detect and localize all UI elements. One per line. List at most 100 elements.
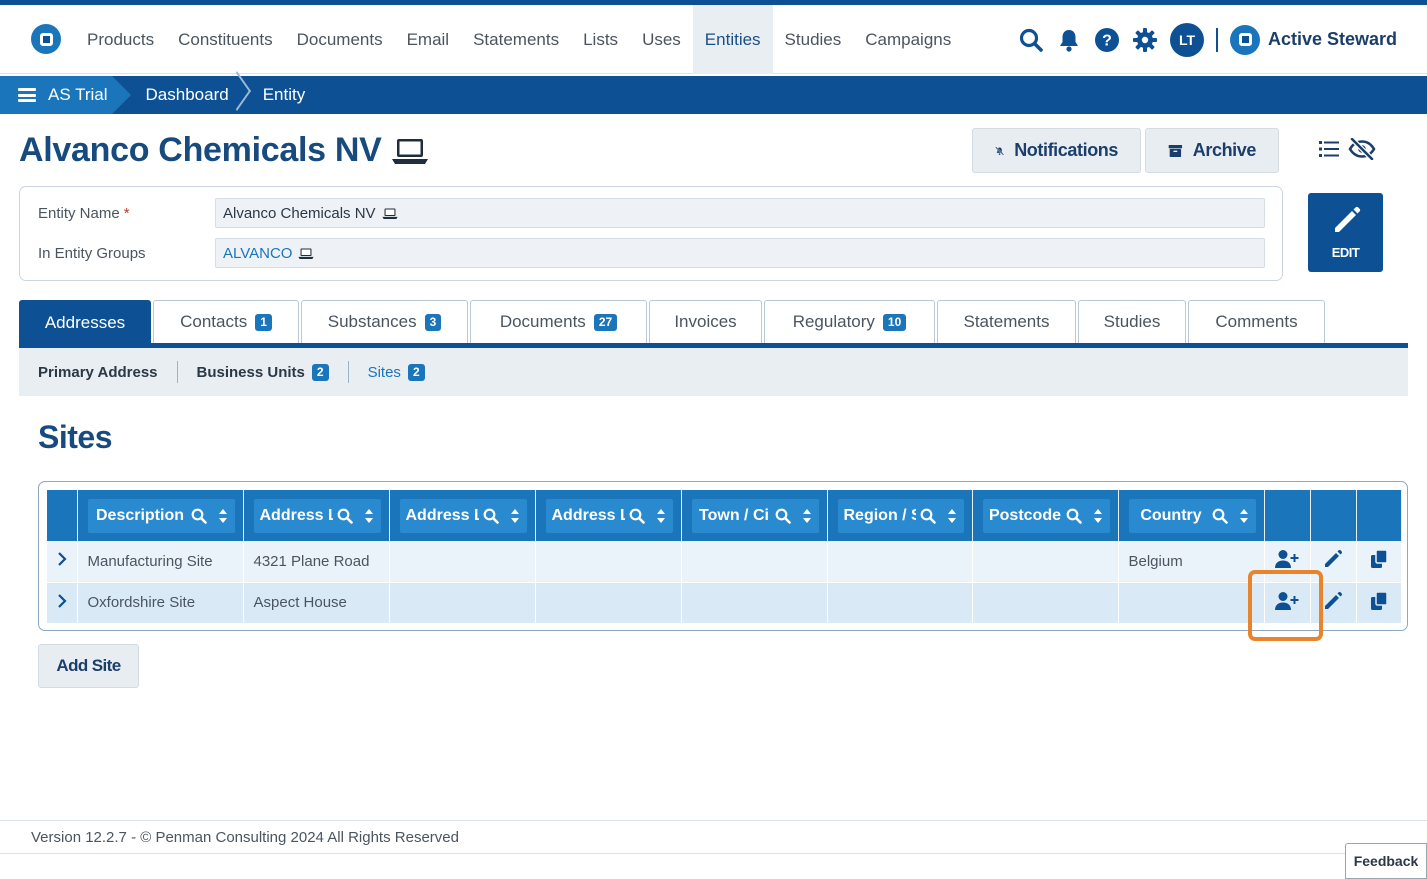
- breadcrumb-dashboard[interactable]: Dashboard: [146, 85, 229, 105]
- action-header: [1264, 490, 1311, 541]
- feedback-button[interactable]: Feedback: [1345, 843, 1427, 879]
- user-avatar[interactable]: LT: [1170, 22, 1204, 57]
- entity-summary-form: Entity Name * Alvanco Chemicals NV In Ent…: [19, 186, 1283, 281]
- tab-statements[interactable]: Statements: [937, 300, 1076, 343]
- tab-invoices[interactable]: Invoices: [649, 300, 762, 343]
- gear-icon[interactable]: [1126, 5, 1164, 74]
- subtab-business-units[interactable]: Business Units 2: [178, 361, 349, 383]
- nav-email[interactable]: Email: [395, 5, 462, 74]
- expand-row-cell: [47, 582, 78, 624]
- user-plus-icon[interactable]: [1274, 549, 1300, 569]
- nav-documents[interactable]: Documents: [285, 5, 395, 74]
- table-cell: [681, 582, 828, 624]
- help-icon[interactable]: ?: [1088, 5, 1126, 74]
- filter-search-icon[interactable]: [771, 508, 795, 524]
- sort-icon[interactable]: [1086, 508, 1110, 524]
- required-marker: *: [123, 204, 130, 222]
- sort-icon[interactable]: [649, 508, 673, 524]
- nav-statements[interactable]: Statements: [461, 5, 571, 74]
- address-subtabs: Primary Address Business Units 2 Sites 2: [19, 348, 1408, 396]
- main-menu: Products Constituents Documents Email St…: [75, 5, 963, 74]
- breadcrumb-menu-item[interactable]: AS Trial: [0, 76, 130, 114]
- chevron-right-icon[interactable]: [57, 593, 67, 609]
- column-header: Country: [1118, 490, 1265, 541]
- entity-groups-label: In Entity Groups: [38, 244, 146, 262]
- subtab-sites[interactable]: Sites 2: [349, 361, 444, 383]
- notifications-label: Notifications: [1014, 140, 1118, 160]
- tab-substances[interactable]: Substances 3: [301, 300, 468, 343]
- nav-constituents[interactable]: Constituents: [166, 5, 285, 74]
- entity-name-field: Alvanco Chemicals NV: [215, 198, 1265, 228]
- sort-icon[interactable]: [211, 508, 235, 524]
- nav-studies[interactable]: Studies: [773, 5, 854, 74]
- tab-documents[interactable]: Documents 27: [470, 300, 647, 343]
- pencil-icon: [1334, 206, 1360, 232]
- filter-search-icon[interactable]: [1062, 508, 1086, 524]
- column-header: Description: [77, 490, 244, 541]
- pencil-icon[interactable]: [1323, 549, 1343, 569]
- expand-row-cell: [47, 541, 78, 583]
- top-navigation: Products Constituents Documents Email St…: [0, 5, 1427, 74]
- entity-group-link[interactable]: ALVANCO: [223, 245, 292, 262]
- breadcrumb-dashboard-item[interactable]: Dashboard: [112, 76, 243, 114]
- table-row[interactable]: Oxfordshire Site Aspect House: [47, 582, 1402, 624]
- tab-regulatory[interactable]: Regulatory 10: [764, 300, 935, 343]
- table-header-row: Description Address L Address L Address …: [47, 490, 1402, 541]
- footer: Version 12.2.7 - © Penman Consulting 202…: [0, 820, 1427, 854]
- copy-icon[interactable]: [1369, 590, 1389, 611]
- sort-icon[interactable]: [1232, 508, 1256, 524]
- notifications-button[interactable]: Notifications: [972, 128, 1141, 173]
- table-cell: [681, 541, 828, 583]
- laptop-icon: [392, 138, 429, 164]
- filter-search-icon[interactable]: [333, 508, 357, 524]
- breadcrumb-as-trial[interactable]: AS Trial: [48, 85, 108, 105]
- sort-icon[interactable]: [940, 508, 964, 524]
- nav-campaigns[interactable]: Campaigns: [853, 5, 963, 74]
- brand[interactable]: Active Steward: [1230, 24, 1397, 55]
- filter-search-icon[interactable]: [187, 508, 211, 524]
- table-cell: Oxfordshire Site: [77, 582, 244, 624]
- list-icon[interactable]: [1318, 138, 1340, 160]
- table-cell: [827, 582, 973, 624]
- sort-icon[interactable]: [503, 508, 527, 524]
- archive-button[interactable]: Archive: [1145, 128, 1279, 173]
- nav-products[interactable]: Products: [75, 5, 166, 74]
- tab-addresses[interactable]: Addresses: [19, 300, 151, 345]
- tab-comments[interactable]: Comments: [1188, 300, 1325, 343]
- add-site-button[interactable]: Add Site: [38, 644, 139, 688]
- nav-uses[interactable]: Uses: [630, 5, 693, 74]
- tab-studies[interactable]: Studies: [1078, 300, 1186, 343]
- subtab-primary-address[interactable]: Primary Address: [19, 361, 178, 383]
- breadcrumb-entity: Entity: [262, 85, 306, 104]
- sort-icon[interactable]: [357, 508, 381, 524]
- filter-search-icon[interactable]: [479, 508, 503, 524]
- highlight-box: [1248, 570, 1323, 641]
- filter-search-icon[interactable]: [625, 508, 649, 524]
- bell-slash-icon: [995, 146, 1004, 155]
- sites-count-badge: 2: [407, 363, 425, 381]
- chevron-right-icon[interactable]: [57, 551, 67, 567]
- tab-contacts[interactable]: Contacts 1: [153, 300, 299, 343]
- action-header: [1356, 490, 1402, 541]
- pencil-icon[interactable]: [1323, 591, 1343, 611]
- table-cell: Manufacturing Site: [77, 541, 244, 583]
- sort-icon[interactable]: [795, 508, 819, 524]
- filter-search-icon[interactable]: [1208, 508, 1232, 524]
- edit-button[interactable]: EDIT: [1308, 193, 1383, 272]
- entity-groups-row: In Entity Groups ALVANCO: [38, 238, 1265, 268]
- copy-row-cell: [1356, 582, 1402, 624]
- filter-search-icon[interactable]: [916, 508, 940, 524]
- column-header: Address L: [535, 490, 682, 541]
- app-logo-icon[interactable]: [31, 24, 61, 54]
- sites-table-container: Description Address L Address L Address …: [38, 481, 1408, 631]
- hamburger-icon[interactable]: [18, 88, 36, 102]
- nav-divider: [1216, 27, 1218, 52]
- nav-lists[interactable]: Lists: [571, 5, 630, 74]
- nav-entities[interactable]: Entities: [692, 5, 773, 74]
- copy-row-cell: [1356, 541, 1402, 583]
- table-row[interactable]: Manufacturing Site 4321 Plane Road Belgi…: [47, 541, 1402, 583]
- eye-slash-icon[interactable]: [1348, 138, 1376, 160]
- copy-icon[interactable]: [1369, 549, 1389, 569]
- bell-icon[interactable]: [1050, 5, 1088, 74]
- search-icon[interactable]: [1012, 5, 1050, 74]
